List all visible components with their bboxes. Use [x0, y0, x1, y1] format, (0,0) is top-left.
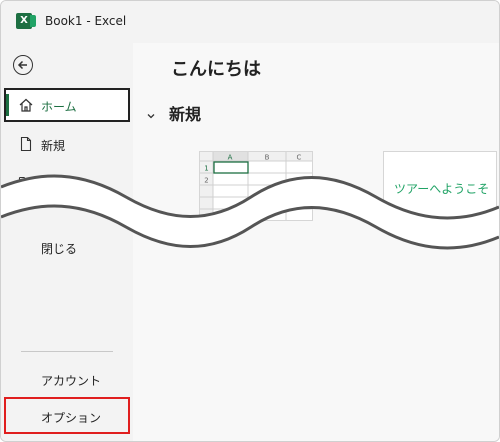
row-header-2: 2 [204, 177, 208, 185]
column-header-c: C [297, 154, 302, 162]
sidebar-item-account[interactable]: アカウント [4, 362, 130, 396]
sidebar-item-home[interactable]: ホーム [4, 88, 130, 122]
sidebar-item-options[interactable]: オプション [4, 397, 130, 434]
new-file-icon [20, 136, 32, 152]
row-header-1: 1 [204, 165, 208, 173]
sidebar-divider [21, 351, 113, 352]
sidebar-item-label: 閉じる [41, 242, 78, 256]
sidebar-item-label: アカウント [41, 374, 102, 388]
sidebar-item-label: 新規 [41, 139, 66, 153]
sidebar-item-label: ホーム [41, 100, 77, 114]
back-arrow-icon [17, 60, 27, 70]
back-button[interactable] [13, 55, 33, 75]
backstage-sidebar: ホーム 新規 開く 閉じる アカウント オプション [1, 43, 133, 441]
sidebar-item-label: オプション [41, 411, 102, 425]
column-header-a: A [228, 154, 233, 162]
window-title: Book1 - Excel [45, 14, 127, 28]
sidebar-item-new[interactable]: 新規 [4, 127, 130, 161]
tour-template-label: ツアーへようこそ [394, 182, 490, 196]
excel-icon: X [16, 13, 36, 29]
home-icon [19, 98, 33, 112]
selection-indicator [6, 94, 9, 116]
sidebar-item-close[interactable]: 閉じる [4, 230, 130, 264]
blank-workbook-template[interactable]: A B C 1 2 [199, 151, 313, 221]
new-section-header[interactable]: 新規 [147, 101, 201, 125]
greeting-heading: こんにちは [171, 59, 261, 80]
home-pane: こんにちは 新規 A B C 1 2 ツアーへようこそ [133, 43, 499, 441]
column-header-b: B [265, 154, 270, 162]
folder-open-icon [18, 176, 34, 188]
section-title: 新規 [169, 105, 202, 124]
sidebar-item-open[interactable]: 開く [4, 165, 130, 199]
tour-template[interactable]: ツアーへようこそ [383, 151, 497, 221]
chevron-down-icon [147, 114, 155, 119]
sidebar-item-label: 開く [41, 177, 66, 191]
excel-window: X Book1 - Excel ホーム 新規 開く 閉じる アカウント オプショ… [0, 0, 500, 442]
spreadsheet-preview: A B C 1 2 [200, 152, 312, 220]
title-bar: X Book1 - Excel [1, 1, 499, 43]
